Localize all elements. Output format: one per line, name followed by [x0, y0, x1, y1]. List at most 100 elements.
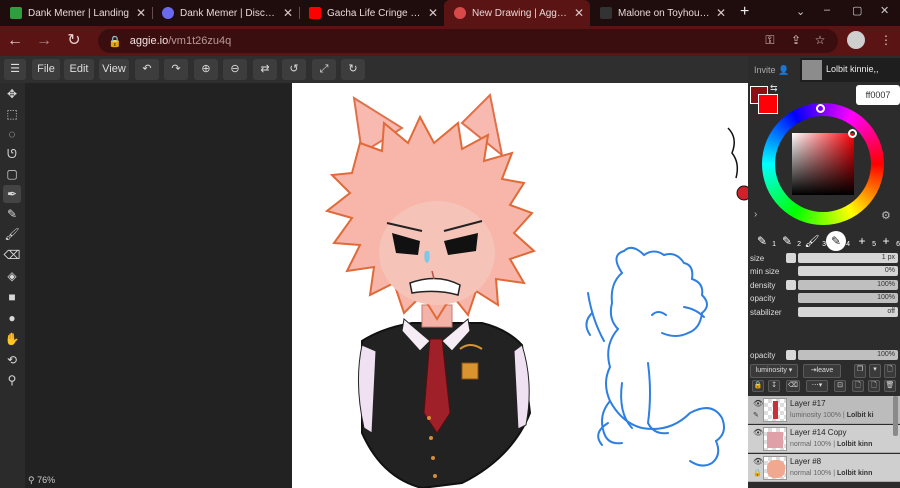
zoom-out-icon[interactable]: ⊖ — [223, 59, 247, 80]
ellipse-shape-icon[interactable]: ● — [3, 309, 21, 327]
layers-scrollbar[interactable] — [893, 396, 898, 436]
zoom-tool-icon[interactable]: ⚲ — [3, 371, 21, 389]
kebab-menu-icon[interactable]: ⋮ — [878, 32, 894, 48]
size-slider[interactable]: 1 px — [798, 253, 898, 263]
layer-row[interactable]: 👁 🔒 Layer #8 normal 100% | Lolbit kinn — [748, 454, 900, 482]
share-icon[interactable]: ⇪ — [788, 32, 804, 48]
duplicate-layer-icon[interactable]: ❐ — [854, 364, 866, 378]
reload-icon[interactable]: ↻ — [63, 30, 85, 52]
profile-avatar[interactable] — [847, 31, 865, 49]
settings-gear-icon[interactable]: ⚙ — [881, 209, 891, 222]
lasso-icon[interactable]: ᘎ — [3, 145, 21, 163]
blend-mode-select[interactable]: luminosity ▾ — [750, 364, 798, 378]
visibility-eye-icon[interactable]: 👁 — [753, 428, 763, 437]
pen-icon[interactable]: ✎ — [3, 205, 21, 223]
hue-ring[interactable] — [762, 103, 884, 225]
layer-opacity-lock-checkbox[interactable] — [786, 350, 796, 360]
tab-dank-memer-landing[interactable]: Dank Memer | Landing ✕ — [0, 0, 152, 26]
transform-icon[interactable]: ▢ — [3, 165, 21, 183]
visibility-eye-icon[interactable]: 👁 — [753, 399, 763, 408]
minimize-icon[interactable]: – — [824, 4, 830, 16]
min-size-slider[interactable]: 0% — [798, 266, 898, 276]
invite-button[interactable]: Invite 👤 — [754, 65, 789, 76]
size-pressure-checkbox[interactable] — [786, 253, 796, 263]
back-arrow-icon[interactable]: ← — [4, 30, 26, 52]
brush-slot-4[interactable]: ✎ 4 — [826, 231, 850, 251]
tab-malone-toyhouse[interactable]: Malone on Toyhouse ✕ — [590, 0, 732, 26]
brush-slot-2[interactable]: ✎ 2 — [777, 231, 801, 251]
ellipse-select-icon[interactable]: ◌ — [3, 125, 21, 143]
brush-icon[interactable]: 🖌 — [3, 225, 21, 243]
layer-opacity-slider[interactable]: 100% — [798, 350, 898, 360]
chevron-right-icon[interactable]: › — [754, 209, 757, 220]
color-handle[interactable] — [848, 129, 857, 138]
leave-layer-button[interactable]: ⇥leave — [803, 364, 841, 378]
export-layer-icon[interactable]: 🗋 — [868, 380, 880, 392]
density-slider[interactable]: 100% — [798, 280, 898, 290]
close-window-icon[interactable]: ✕ — [880, 4, 889, 17]
lock-layer-icon[interactable]: 🔒 — [752, 380, 764, 392]
clear-layer-icon[interactable]: ⌫ — [786, 380, 800, 392]
edit-menu-button[interactable]: Edit — [64, 59, 94, 80]
flip-horizontal-icon[interactable]: ⇄ — [253, 59, 277, 80]
drawing-canvas[interactable] — [292, 83, 748, 488]
clip-layer-icon[interactable]: ↧ — [768, 380, 780, 392]
aggie-favicon-icon — [454, 7, 466, 19]
primary-color-swatch[interactable] — [758, 94, 778, 114]
swap-colors-icon[interactable]: ⇆ — [770, 83, 778, 94]
rect-select-icon[interactable]: ⬚ — [3, 105, 21, 123]
brush-slot-1[interactable]: ✎ 1 — [752, 231, 776, 251]
tab-gacha-life[interactable]: Gacha Life Cringe has gone way ✕ — [299, 0, 444, 26]
forward-arrow-icon[interactable]: → — [33, 30, 55, 52]
brush-slot-5[interactable]: +5 — [852, 231, 876, 251]
rotate-view-icon[interactable]: ⟲ — [3, 351, 21, 369]
brush-slot-3[interactable]: 🖌 3 — [802, 231, 826, 251]
view-menu-button[interactable]: View — [99, 59, 129, 80]
close-tab-icon[interactable]: ✕ — [283, 6, 293, 20]
url-omnibox[interactable]: 🔒 aggie.io/vm1t26zu4q — [98, 29, 838, 53]
file-menu-button[interactable]: File — [32, 59, 60, 80]
fill-bucket-icon[interactable]: ◈ — [3, 267, 21, 285]
rectangle-shape-icon[interactable]: ■ — [3, 288, 21, 306]
tab-search-icon[interactable]: ⌄ — [796, 5, 805, 18]
eraser-icon[interactable]: ⌫ — [3, 246, 21, 264]
stabilizer-slider[interactable]: off — [798, 307, 898, 317]
layer-menu-icon[interactable]: ▾ — [869, 364, 881, 378]
move-tool-icon[interactable]: ✥ — [3, 85, 21, 103]
tab-discord-bots[interactable]: Dank Memer | Discord Bots ✕ — [152, 0, 299, 26]
rotate-right-icon[interactable]: ↻ — [341, 59, 365, 80]
layer-row[interactable]: 👁 Layer #14 Copy normal 100% | Lolbit ki… — [748, 425, 900, 453]
rotate-left-icon[interactable]: ↺ — [282, 59, 306, 80]
close-tab-icon[interactable]: ✕ — [428, 6, 438, 20]
hue-handle[interactable] — [816, 104, 825, 113]
blue-dog-sketch — [585, 246, 725, 467]
hamburger-menu-icon[interactable]: ☰ — [4, 59, 26, 80]
delete-layer-icon[interactable]: 🗑 — [884, 380, 896, 392]
key-icon[interactable]: ⚿ — [762, 32, 778, 48]
merge-layer-icon[interactable]: ⊡ — [834, 380, 846, 392]
more-options-icon[interactable]: ⋯▾ — [806, 380, 828, 392]
user-chip[interactable]: Lolbit kinnie,, — [800, 58, 900, 82]
saturation-value-square[interactable] — [792, 133, 854, 195]
import-layer-icon[interactable]: 🗋 — [852, 380, 864, 392]
close-tab-icon[interactable]: ✕ — [716, 6, 726, 20]
visibility-eye-icon[interactable]: 👁 — [753, 457, 763, 466]
redo-icon[interactable]: ↷ — [164, 59, 188, 80]
hand-icon[interactable]: ✋ — [3, 330, 21, 348]
new-tab-button[interactable]: + — [740, 3, 749, 21]
hex-color-input[interactable]: ff0007 — [856, 85, 900, 105]
new-layer-icon[interactable]: 🗋 — [884, 364, 896, 378]
close-tab-icon[interactable]: ✕ — [574, 6, 584, 20]
tab-new-drawing-aggie[interactable]: New Drawing | Aggie.io ✕ — [444, 0, 590, 26]
brush-slot-6[interactable]: +6 — [876, 231, 900, 251]
brush-opacity-slider[interactable]: 100% — [798, 293, 898, 303]
zoom-in-icon[interactable]: ⊕ — [194, 59, 218, 80]
eyedropper-icon[interactable]: ✒ — [3, 185, 21, 203]
close-tab-icon[interactable]: ✕ — [136, 6, 146, 20]
density-pressure-checkbox[interactable] — [786, 280, 796, 290]
bookmark-star-icon[interactable]: ☆ — [812, 32, 828, 48]
fullscreen-icon[interactable]: ⤢ — [312, 59, 336, 80]
undo-icon[interactable]: ↶ — [135, 59, 159, 80]
layer-row[interactable]: 👁 ✎ Layer #17 luminosity 100% | Lolbit k… — [748, 396, 900, 424]
maximize-icon[interactable]: ▢ — [852, 4, 862, 17]
